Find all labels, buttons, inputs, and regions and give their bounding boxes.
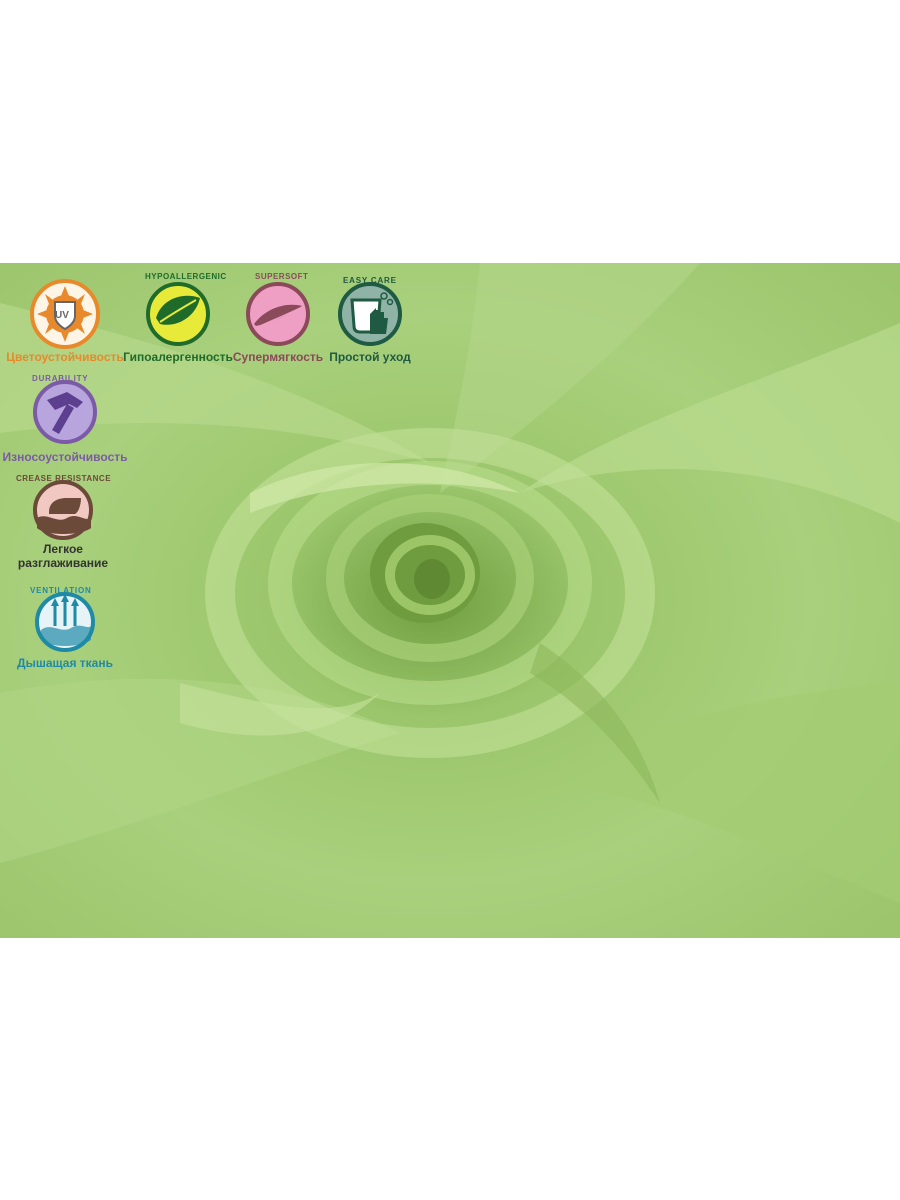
feature-durability: DURABILITY Износоустойчивость <box>0 372 130 464</box>
leaf-icon <box>146 282 210 346</box>
arc-text: CREASE RESISTANCE <box>16 474 112 483</box>
uv-badge-text: UV <box>55 310 69 321</box>
feature-ventilation: VENTILATION Дышащая ткань <box>0 586 130 670</box>
feature-label: Дышащая ткань <box>17 656 113 670</box>
feature-label: Простой уход <box>329 350 411 364</box>
ventilation-icon <box>35 592 95 652</box>
fabric-photo <box>0 263 900 938</box>
feature-label: Цветоустойчивость <box>6 350 124 364</box>
feature-easy-care: EASY CARE Простой уход <box>305 272 435 364</box>
feature-color-fastness: UV Цветоустойчивость <box>0 272 130 364</box>
arc-text: VENTILATION <box>30 586 92 595</box>
feature-label-line1: Легкое <box>43 542 83 556</box>
feature-crease-resistance: CREASE RESISTANCE Легкое разглаживание <box>0 472 128 570</box>
arc-text: DURABILITY <box>32 374 89 383</box>
feature-label-line2: разглаживание <box>17 556 109 570</box>
arc-text: SUPERSOFT <box>255 272 309 281</box>
arc-text: EASY CARE <box>343 276 397 285</box>
green-chiffon-fabric-image <box>0 263 900 938</box>
feature-label: Износоустойчивость <box>2 450 128 464</box>
hammer-icon <box>33 380 97 444</box>
